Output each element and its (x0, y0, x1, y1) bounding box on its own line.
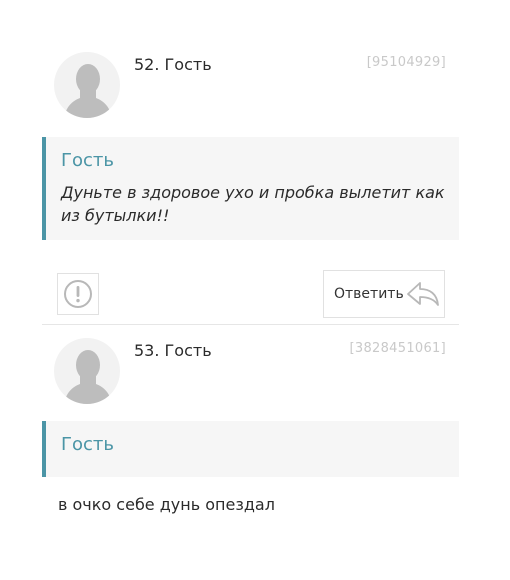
avatar (54, 338, 120, 404)
comment-text: в очко себе дунь опездал (58, 495, 275, 514)
quote-author: Гость (61, 434, 114, 455)
report-button[interactable] (57, 273, 99, 315)
quote-block: Гость Дуньте в здоровое ухо и пробка выл… (42, 137, 459, 240)
comment-actions: Ответить (42, 270, 459, 325)
user-silhouette-icon (64, 64, 112, 118)
comment-53: 53. Гость [3828451061] Гость в очко себе… (0, 325, 510, 580)
exclamation-circle-icon (64, 280, 92, 308)
reply-button-label: Ответить (334, 286, 404, 302)
quote-text: Дуньте в здоровое ухо и пробка вылетит к… (61, 183, 445, 225)
comment-author[interactable]: 53. Гость (134, 341, 212, 360)
user-silhouette-icon (64, 350, 112, 404)
avatar (54, 52, 120, 118)
comment-id[interactable]: [3828451061] (350, 341, 446, 356)
quote-author: Гость (61, 150, 114, 171)
comment-author[interactable]: 52. Гость (134, 55, 212, 74)
reply-arrow-icon (407, 282, 439, 306)
reply-button[interactable]: Ответить (323, 270, 445, 318)
comment-52: 52. Гость [95104929] Гость Дуньте в здор… (0, 0, 510, 270)
quote-block: Гость (42, 421, 459, 477)
comment-id[interactable]: [95104929] (367, 55, 446, 70)
